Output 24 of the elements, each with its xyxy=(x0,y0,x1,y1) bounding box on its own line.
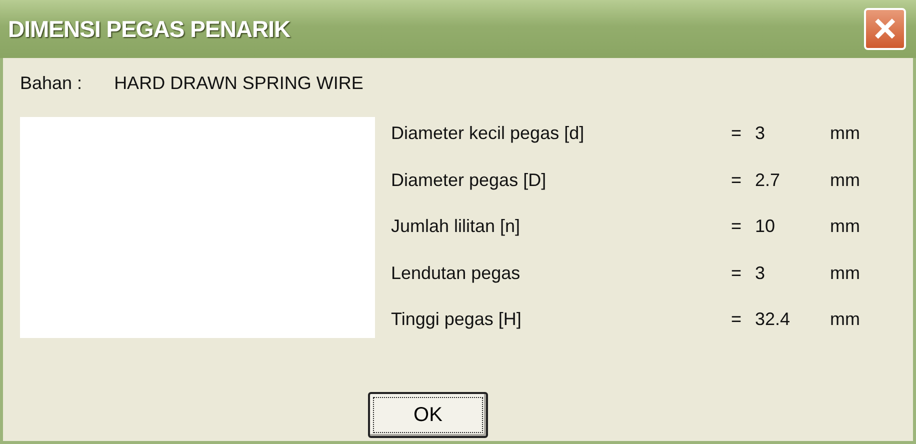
dimension-label: Diameter pegas [D] xyxy=(391,168,548,192)
dimension-value: 3 xyxy=(755,262,766,284)
equals-sign: = xyxy=(731,308,743,331)
ok-button[interactable]: OK xyxy=(368,392,488,438)
dimension-label: Lendutan pegas xyxy=(391,262,522,285)
equals-sign: = xyxy=(731,215,743,238)
unit-label: mm xyxy=(830,122,860,145)
equals-sign: = xyxy=(731,122,743,145)
equals-sign: = xyxy=(731,262,743,284)
dimension-value: 10 xyxy=(755,215,776,238)
unit-label: mm xyxy=(830,262,860,284)
material-label: Bahan : xyxy=(20,72,82,95)
unit-label: mm xyxy=(830,215,860,238)
dimension-label: Jumlah lilitan [n] xyxy=(391,215,522,238)
dimension-value: 32.4 xyxy=(755,308,792,331)
material-value: HARD DRAWN SPRING WIRE xyxy=(114,72,364,95)
unit-label: mm xyxy=(830,168,860,192)
equals-sign: = xyxy=(731,168,743,192)
window-title: DIMENSI PEGAS PENARIK xyxy=(8,14,290,44)
unit-label: mm xyxy=(830,308,860,331)
dimension-value: 3 xyxy=(755,122,766,145)
dimension-label: Diameter kecil pegas [d] xyxy=(391,122,586,145)
dimension-value: 2.7 xyxy=(755,168,782,192)
dimension-label: Tinggi pegas [H] xyxy=(391,308,522,331)
